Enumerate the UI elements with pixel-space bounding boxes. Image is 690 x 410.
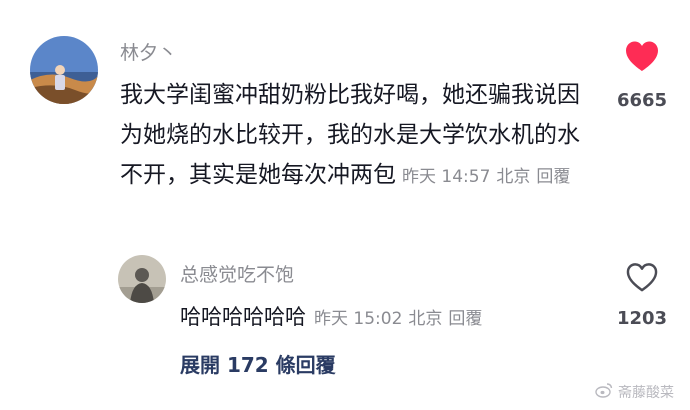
reply-body: 哈哈哈哈哈哈 昨天 15:02 北京 回覆	[180, 298, 482, 338]
heart-filled-icon	[624, 40, 660, 76]
expand-replies-button[interactable]: 展開 172 條回覆	[180, 349, 336, 378]
comment-body: 我大学闺蜜冲甜奶粉比我好喝，她还骗我说因为她烧的水比较开，我的水是大学饮水机的水…	[120, 75, 590, 197]
comment-username[interactable]: 林夕丶	[120, 38, 177, 65]
watermark-text: 斋藤酸菜	[618, 385, 674, 401]
reply-meta: 昨天 15:02 北京 回覆	[314, 309, 482, 329]
reply-username[interactable]: 总感觉吃不饱	[180, 260, 294, 287]
reply-location: 北京	[408, 309, 443, 329]
reply-time: 昨天 15:02	[314, 309, 403, 329]
weibo-icon	[595, 382, 613, 402]
avatar[interactable]	[30, 36, 98, 104]
reply-avatar[interactable]	[118, 255, 166, 303]
comment-reply-button[interactable]: 回覆	[536, 167, 570, 187]
comment-location: 北京	[496, 167, 531, 187]
heart-outline-icon	[625, 262, 659, 296]
reply-like-button[interactable]: 1203	[602, 262, 682, 329]
reply-like-count: 1203	[616, 308, 668, 329]
comment-like-count: 6665	[616, 90, 668, 111]
watermark: 斋藤酸菜	[595, 382, 674, 402]
comment-like-button[interactable]: 6665	[602, 40, 682, 111]
reply-text: 哈哈哈哈哈哈	[180, 305, 306, 329]
comment-time: 昨天 14:57	[402, 167, 491, 187]
reply-reply-button[interactable]: 回覆	[448, 309, 482, 329]
comment-meta: 昨天 14:57 北京 回覆	[402, 167, 570, 187]
